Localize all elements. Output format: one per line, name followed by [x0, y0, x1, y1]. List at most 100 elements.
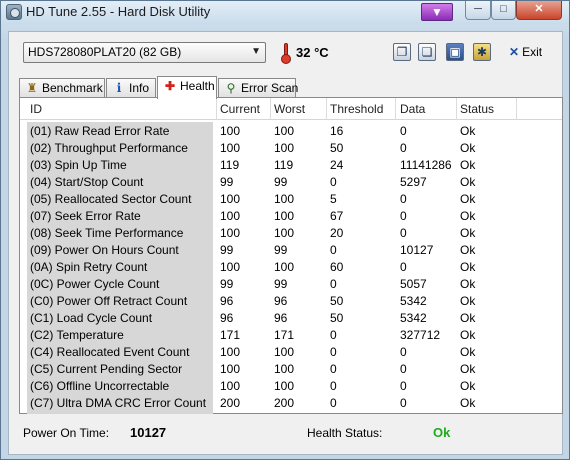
attribute-id: (03) Spin Up Time — [30, 158, 127, 172]
window-title: HD Tune 2.55 - Hard Disk Utility — [26, 4, 211, 19]
raw-data-value: 5342 — [400, 294, 427, 308]
drive-selector-value: HDS728080PLAT20 (82 GB) — [28, 45, 182, 59]
threshold-value: 0 — [330, 362, 337, 376]
raw-data-value: 0 — [400, 124, 407, 138]
minimize-button[interactable]: ─ — [465, 1, 491, 20]
attribute-id: (01) Raw Read Error Rate — [30, 124, 170, 138]
raw-data-value: 0 — [400, 396, 407, 410]
worst-value: 200 — [274, 396, 295, 410]
raw-data-value: 5297 — [400, 175, 427, 189]
raw-data-value: 0 — [400, 379, 407, 393]
tab-error-scan[interactable]: ⚲ Error Scan — [218, 78, 298, 98]
status-value: Ok — [460, 362, 476, 376]
threshold-value: 0 — [330, 328, 337, 342]
column-header-id[interactable]: ID — [30, 102, 42, 116]
worst-value: 100 — [274, 260, 295, 274]
table-row[interactable]: (C6) Offline Uncorrectable 100 100 0 0 Ok — [20, 378, 562, 395]
attribute-id: (C7) Ultra DMA CRC Error Count — [30, 396, 207, 410]
info-icon: i — [116, 81, 122, 95]
extra-caption-button[interactable]: ▼ — [421, 3, 453, 21]
status-value: Ok — [460, 141, 476, 155]
status-value: Ok — [460, 192, 476, 206]
column-header-threshold[interactable]: Threshold — [330, 102, 383, 116]
threshold-value: 20 — [330, 226, 344, 240]
health-status-value: Ok — [433, 425, 451, 440]
status-value: Ok — [460, 175, 476, 189]
column-header-status[interactable]: Status — [460, 102, 494, 116]
threshold-value: 0 — [330, 345, 337, 359]
table-row[interactable]: (C4) Reallocated Event Count 100 100 0 0 Ok — [20, 344, 562, 361]
status-value: Ok — [460, 294, 476, 308]
current-value: 100 — [220, 192, 241, 206]
tab-benchmark[interactable]: ♜ Benchmark — [19, 78, 105, 98]
threshold-value: 0 — [330, 243, 337, 257]
table-row[interactable]: (C7) Ultra DMA CRC Error Count 200 200 0 0 Ok — [20, 395, 562, 412]
table-row[interactable]: (C1) Load Cycle Count 96 96 50 5342 Ok — [20, 310, 562, 327]
current-value: 171 — [220, 328, 241, 342]
table-row[interactable]: (07) Seek Error Rate 100 100 67 0 Ok — [20, 208, 562, 225]
raw-data-value: 327712 — [400, 328, 441, 342]
threshold-value: 50 — [330, 141, 344, 155]
power-on-time-label: Power On Time: — [23, 426, 110, 440]
exit-label: Exit — [522, 45, 543, 59]
table-row[interactable]: (03) Spin Up Time 119 119 24 11141286 Ok — [20, 157, 562, 174]
worst-value: 119 — [274, 158, 294, 172]
health-panel: ID Current Worst Threshold Data Status (… — [19, 97, 563, 414]
table-row[interactable]: (05) Reallocated Sector Count 100 100 5 0 Ok — [20, 191, 562, 208]
table-row[interactable]: (01) Raw Read Error Rate 100 100 16 0 Ok — [20, 123, 562, 140]
threshold-value: 16 — [330, 124, 344, 138]
power-on-time-value: 10127 — [130, 425, 167, 440]
current-value: 100 — [220, 209, 241, 223]
worst-value: 96 — [274, 311, 288, 325]
current-value: 99 — [220, 175, 234, 189]
copy-all-icon[interactable]: ❏ — [418, 43, 436, 61]
current-value: 100 — [220, 362, 241, 376]
status-value: Ok — [460, 396, 476, 410]
table-row[interactable]: (09) Power On Hours Count 99 99 0 10127 Ok — [20, 242, 562, 259]
chevron-down-icon: ▼ — [251, 46, 261, 57]
table-row[interactable]: (0C) Power Cycle Count 99 99 0 5057 Ok — [20, 276, 562, 293]
table-row[interactable]: (02) Throughput Performance 100 100 50 0 Ok — [20, 140, 562, 157]
raw-data-value: 5057 — [400, 277, 427, 291]
table-row[interactable]: (0A) Spin Retry Count 100 100 60 0 Ok — [20, 259, 562, 276]
exit-button[interactable]: ✕ Exit — [509, 45, 542, 59]
current-value: 96 — [220, 311, 234, 325]
status-value: Ok — [460, 209, 476, 223]
exit-icon: ✕ — [509, 45, 520, 59]
attribute-id: (02) Throughput Performance — [30, 141, 188, 155]
status-value: Ok — [460, 158, 476, 172]
column-header-data[interactable]: Data — [400, 102, 425, 116]
table-row[interactable]: (C0) Power Off Retract Count 96 96 50 5342 Ok — [20, 293, 562, 310]
options-icon[interactable]: ✱ — [473, 43, 491, 61]
worst-value: 99 — [274, 175, 288, 189]
current-value: 99 — [220, 277, 234, 291]
raw-data-value: 0 — [400, 345, 407, 359]
health-cross-icon: ✚ — [164, 79, 176, 93]
tab-info[interactable]: i Info — [106, 78, 156, 98]
column-header-current[interactable]: Current — [220, 102, 260, 116]
worst-value: 100 — [274, 362, 295, 376]
attribute-id: (C5) Current Pending Sector — [30, 362, 183, 376]
copy-icon[interactable]: ❐ — [393, 43, 411, 61]
attribute-id: (0A) Spin Retry Count — [30, 260, 148, 274]
worst-value: 100 — [274, 345, 295, 359]
table-row[interactable]: (C5) Current Pending Sector 100 100 0 0 Ok — [20, 361, 562, 378]
threshold-value: 0 — [330, 396, 337, 410]
current-value: 100 — [220, 124, 241, 138]
column-header-worst[interactable]: Worst — [274, 102, 305, 116]
attribute-id: (08) Seek Time Performance — [30, 226, 184, 240]
table-row[interactable]: (08) Seek Time Performance 100 100 20 0 Ok — [20, 225, 562, 242]
table-row[interactable]: (04) Start/Stop Count 99 99 0 5297 Ok — [20, 174, 562, 191]
current-value: 100 — [220, 226, 241, 240]
maximize-button[interactable]: □ — [491, 1, 516, 20]
table-row[interactable]: (C2) Temperature 171 171 0 327712 Ok — [20, 327, 562, 344]
close-button[interactable]: ✕ — [516, 1, 562, 20]
status-value: Ok — [460, 345, 476, 359]
current-value: 99 — [220, 243, 234, 257]
raw-data-value: 0 — [400, 260, 407, 274]
current-value: 100 — [220, 379, 241, 393]
tab-health[interactable]: ✚ Health — [157, 76, 217, 99]
drive-selector[interactable]: HDS728080PLAT20 (82 GB) ▼ — [23, 42, 266, 63]
save-icon[interactable]: ▣ — [446, 43, 464, 61]
attribute-id: (09) Power On Hours Count — [30, 243, 179, 257]
